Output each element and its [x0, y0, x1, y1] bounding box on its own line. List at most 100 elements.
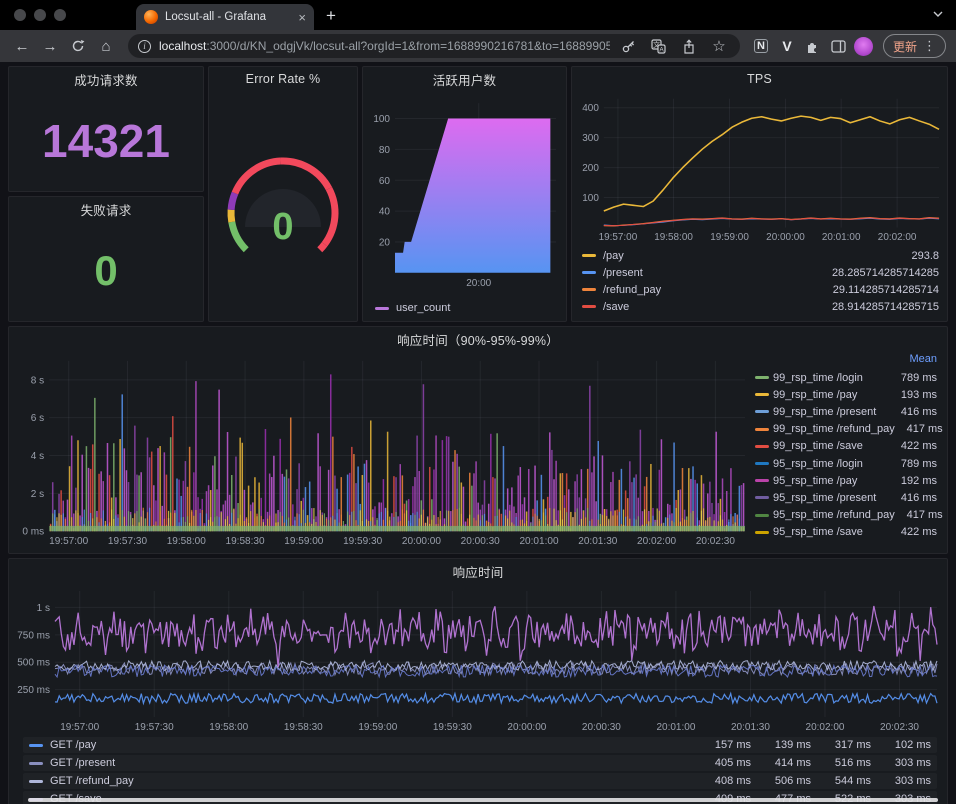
svg-text:20:02:00: 20:02:00: [806, 722, 845, 733]
password-key-icon[interactable]: [618, 35, 640, 57]
svg-text:0: 0: [272, 206, 293, 248]
svg-text:19:59:00: 19:59:00: [284, 536, 324, 547]
panel-title-failed[interactable]: 失败请求: [9, 197, 203, 221]
series-mean-value: 192 ms: [889, 475, 937, 487]
extension-n-icon[interactable]: N: [750, 35, 772, 57]
series-value: 28.285714285714285: [832, 267, 939, 279]
tps-chart[interactable]: 10020030040019:57:0019:58:0019:59:0020:0…: [572, 91, 947, 245]
svg-text:A: A: [660, 46, 665, 53]
panel-title-active-users[interactable]: 活跃用户数: [363, 67, 566, 91]
tps-legend-item[interactable]: /pay 293.8: [582, 247, 939, 264]
tps-legend-item[interactable]: /save 28.914285714285715: [582, 298, 939, 315]
svg-text:20:01:00: 20:01:00: [656, 722, 695, 733]
series-mean-value: 417 ms: [895, 509, 943, 521]
series-swatch: [582, 254, 596, 257]
new-tab-button[interactable]: +: [326, 6, 336, 30]
menu-dots-icon[interactable]: ⋮: [923, 38, 936, 54]
legend-mean-header[interactable]: Mean: [755, 353, 937, 369]
svg-text:2 s: 2 s: [31, 489, 44, 500]
back-button[interactable]: ←: [10, 34, 34, 58]
translate-icon[interactable]: 文A: [648, 35, 670, 57]
series-label: 99_rsp_time /refund_pay: [773, 423, 895, 435]
active-users-legend[interactable]: user_count: [363, 295, 566, 321]
active-users-chart[interactable]: 2040608010020:00: [363, 91, 566, 295]
series-swatch: [755, 428, 769, 431]
response-time-legend: GET /pay 157 ms139 ms317 ms102 ms GET /p…: [9, 735, 947, 804]
address-bar[interactable]: i localhost:3000/d/KN_odgjVk/locsut-all?…: [128, 34, 740, 58]
response-percentile-chart[interactable]: 0 ms2 s4 s6 s8 s19:57:0019:57:3019:58:00…: [9, 351, 751, 553]
svg-text:300: 300: [582, 133, 599, 144]
horizontal-scrollbar[interactable]: [28, 798, 938, 802]
percentile-legend-item[interactable]: 99_rsp_time /login 789 ms: [755, 369, 937, 386]
tab-close-icon[interactable]: ×: [298, 10, 306, 25]
svg-text:20:00:00: 20:00:00: [766, 232, 805, 243]
profile-avatar[interactable]: [854, 37, 873, 56]
svg-text:400: 400: [582, 103, 599, 114]
response-time-chart[interactable]: 250 ms500 ms750 ms1 s19:57:0019:57:3019:…: [9, 583, 947, 735]
panel-title-rsp-pct[interactable]: 响应时间（90%-95%-99%）: [9, 327, 947, 351]
panel-title-rsp[interactable]: 响应时间: [9, 559, 947, 583]
series-label: 99_rsp_time /present: [773, 406, 889, 418]
update-label: 更新: [893, 38, 917, 55]
reload-button[interactable]: [66, 34, 90, 58]
zoom-window-button[interactable]: [54, 9, 66, 21]
success-requests-value: 14321: [9, 91, 203, 191]
svg-text:20: 20: [379, 237, 391, 248]
response-legend-item[interactable]: GET /refund_pay 408 ms506 ms544 ms303 ms: [23, 773, 937, 789]
series-label: 99_rsp_time /save: [773, 440, 889, 452]
panel-error-rate: Error Rate % 0: [208, 66, 358, 322]
panel-title-error-rate[interactable]: Error Rate %: [209, 67, 357, 91]
percentile-legend-item[interactable]: 95_rsp_time /save 422 ms: [755, 524, 937, 541]
bookmark-star-icon[interactable]: ☆: [708, 35, 730, 57]
tps-legend-item[interactable]: /refund_pay 29.114285714285714: [582, 281, 939, 298]
series-swatch: [755, 410, 769, 413]
svg-text:19:59:30: 19:59:30: [433, 722, 472, 733]
percentile-legend-item[interactable]: 95_rsp_time /pay 192 ms: [755, 472, 937, 489]
response-legend-item[interactable]: GET /pay 157 ms139 ms317 ms102 ms: [23, 737, 937, 753]
series-label: GET /refund_pay: [50, 775, 134, 787]
svg-text:19:58:00: 19:58:00: [654, 232, 693, 243]
error-rate-gauge[interactable]: 0: [212, 131, 354, 281]
forward-button[interactable]: →: [38, 34, 62, 58]
svg-text:20:00:00: 20:00:00: [507, 722, 546, 733]
percentile-legend-item[interactable]: 99_rsp_time /present 416 ms: [755, 403, 937, 420]
extensions-puzzle-icon[interactable]: [802, 35, 824, 57]
extension-v-icon[interactable]: V: [776, 35, 798, 57]
series-label: 99_rsp_time /pay: [773, 389, 889, 401]
series-value: 293.8: [911, 250, 939, 262]
percentile-legend-item[interactable]: 95_rsp_time /login 789 ms: [755, 455, 937, 472]
chevron-down-icon[interactable]: [932, 8, 944, 20]
panel-success-requests: 成功请求数 14321: [8, 66, 204, 192]
percentile-legend-item[interactable]: 95_rsp_time /refund_pay 417 ms: [755, 507, 937, 524]
svg-text:80: 80: [379, 145, 391, 156]
percentile-legend-item[interactable]: 99_rsp_time /refund_pay 417 ms: [755, 421, 937, 438]
series-label: 95_rsp_time /save: [773, 526, 889, 538]
share-icon[interactable]: [678, 35, 700, 57]
percentile-legend: Mean 99_rsp_time /login 789 ms 99_rsp_ti…: [751, 351, 947, 553]
tps-legend-item[interactable]: /present 28.285714285714285: [582, 264, 939, 281]
svg-text:100: 100: [582, 193, 599, 204]
browser-update-button[interactable]: 更新 ⋮: [883, 34, 946, 58]
series-value: 28.914285714285715: [832, 301, 939, 313]
svg-text:19:58:30: 19:58:30: [284, 722, 323, 733]
minimize-window-button[interactable]: [34, 9, 46, 21]
home-button[interactable]: ⌂: [94, 34, 118, 58]
series-mean-value: 422 ms: [889, 440, 937, 452]
percentile-legend-item[interactable]: 95_rsp_time /present 416 ms: [755, 489, 937, 506]
panel-response-time: 响应时间 250 ms500 ms750 ms1 s19:57:0019:57:…: [8, 558, 948, 804]
percentile-legend-item[interactable]: 99_rsp_time /pay 193 ms: [755, 386, 937, 403]
svg-text:750 ms: 750 ms: [17, 630, 50, 641]
svg-text:20:01:30: 20:01:30: [731, 722, 770, 733]
panel-failed-requests: 失败请求 0: [8, 196, 204, 322]
panel-title-success[interactable]: 成功请求数: [9, 67, 203, 91]
browser-tab[interactable]: Locsut-all - Grafana ×: [136, 4, 314, 30]
series-label: 95_rsp_time /refund_pay: [773, 509, 895, 521]
close-window-button[interactable]: [14, 9, 26, 21]
sidebar-toggle-icon[interactable]: [828, 35, 850, 57]
site-info-icon[interactable]: i: [138, 40, 151, 53]
response-legend-item[interactable]: GET /present 405 ms414 ms516 ms303 ms: [23, 755, 937, 771]
grafana-favicon: [144, 10, 158, 24]
percentile-legend-item[interactable]: 99_rsp_time /save 422 ms: [755, 438, 937, 455]
panel-title-tps[interactable]: TPS: [572, 67, 947, 91]
svg-text:6 s: 6 s: [31, 413, 44, 424]
